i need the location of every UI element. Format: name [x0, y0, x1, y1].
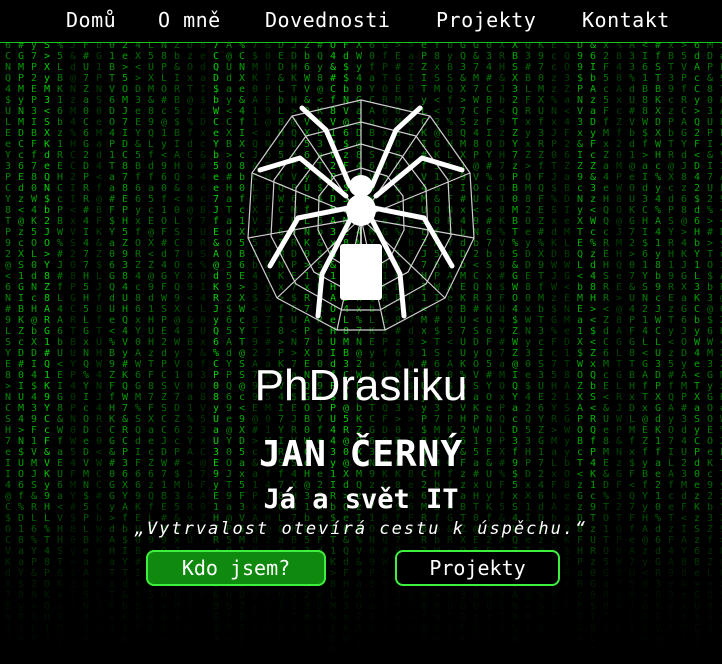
hero-quote: „Vytrvalost otevírá cestu k úspěchu.“: [134, 519, 588, 539]
nav-skills-link[interactable]: Dovednosti: [265, 8, 390, 32]
top-navigation: Domů O mně Dovednosti Projekty Kontakt: [0, 0, 722, 43]
nav-contact-link[interactable]: Kontakt: [582, 8, 670, 32]
nav-about-link[interactable]: O mně: [158, 8, 221, 32]
projects-button[interactable]: Projekty: [395, 550, 560, 586]
logo-wordmark: PhDrasliku: [255, 361, 468, 408]
hero-name: JAN ČERNÝ: [258, 434, 464, 475]
nav-projects-link[interactable]: Projekty: [436, 8, 536, 32]
nav-home-link[interactable]: Domů: [66, 8, 116, 32]
spider-logo: PhDrasliku: [247, 99, 475, 408]
about-me-button[interactable]: Kdo jsem?: [146, 550, 326, 586]
hero-subtitle: Já a svět IT: [263, 484, 459, 515]
